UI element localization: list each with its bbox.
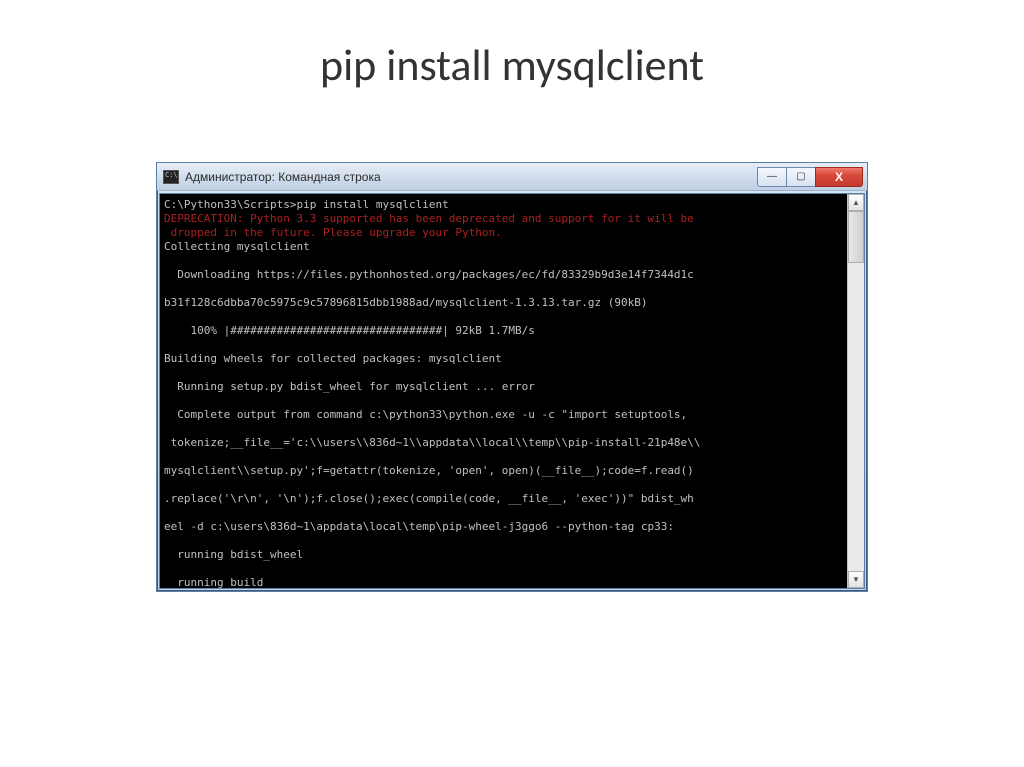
console-line: 100% |################################| … xyxy=(164,324,845,338)
scroll-up-button[interactable]: ▲ xyxy=(848,194,864,211)
cmd-window: Администратор: Командная строка — ▢ X C:… xyxy=(156,162,868,592)
console-line: Collecting mysqlclient xyxy=(164,240,845,254)
minimize-icon: — xyxy=(767,171,777,182)
console-line: Building wheels for collected packages: … xyxy=(164,352,845,366)
console-line: Downloading https://files.pythonhosted.o… xyxy=(164,268,845,282)
chevron-down-icon: ▼ xyxy=(852,575,860,584)
slide-title: pip install mysqlclient xyxy=(320,38,704,92)
console-line: running bdist_wheel xyxy=(164,548,845,562)
deprecation-warning: DEPRECATION: Python 3.3 supported has be… xyxy=(164,212,845,240)
console-line: mysqlclient\\setup.py';f=getattr(tokeniz… xyxy=(164,464,845,478)
window-controls: — ▢ X xyxy=(758,167,863,187)
scrollbar-track[interactable] xyxy=(848,211,864,571)
console-area: C:\Python33\Scripts>pip install mysqlcli… xyxy=(159,193,865,589)
console-line: eel -d c:\users\836d~1\appdata\local\tem… xyxy=(164,520,845,534)
console-line: .replace('\r\n', '\n');f.close();exec(co… xyxy=(164,492,845,506)
maximize-button[interactable]: ▢ xyxy=(786,167,816,187)
maximize-icon: ▢ xyxy=(796,171,805,182)
titlebar[interactable]: Администратор: Командная строка — ▢ X xyxy=(157,163,867,191)
chevron-up-icon: ▲ xyxy=(852,198,860,207)
console-line: Running setup.py bdist_wheel for mysqlcl… xyxy=(164,380,845,394)
console-line: tokenize;__file__='c:\\users\\836d~1\\ap… xyxy=(164,436,845,450)
console-line: Complete output from command c:\python33… xyxy=(164,408,845,422)
console-lines: Collecting mysqlclient Downloading https… xyxy=(164,240,845,588)
vertical-scrollbar[interactable]: ▲ ▼ xyxy=(847,194,864,588)
scroll-down-button[interactable]: ▼ xyxy=(848,571,864,588)
console-output[interactable]: C:\Python33\Scripts>pip install mysqlcli… xyxy=(160,194,847,588)
close-button[interactable]: X xyxy=(815,167,863,187)
window-title: Администратор: Командная строка xyxy=(185,170,758,184)
close-icon: X xyxy=(835,170,843,184)
minimize-button[interactable]: — xyxy=(757,167,787,187)
prompt-text: C:\Python33\Scripts> xyxy=(164,198,296,211)
command-text: pip install mysqlclient xyxy=(296,198,448,211)
cmd-icon xyxy=(163,170,179,184)
console-line: running build xyxy=(164,576,845,588)
console-line: b31f128c6dbba70c5975c9c57896815dbb1988ad… xyxy=(164,296,845,310)
scrollbar-thumb[interactable] xyxy=(848,211,864,263)
